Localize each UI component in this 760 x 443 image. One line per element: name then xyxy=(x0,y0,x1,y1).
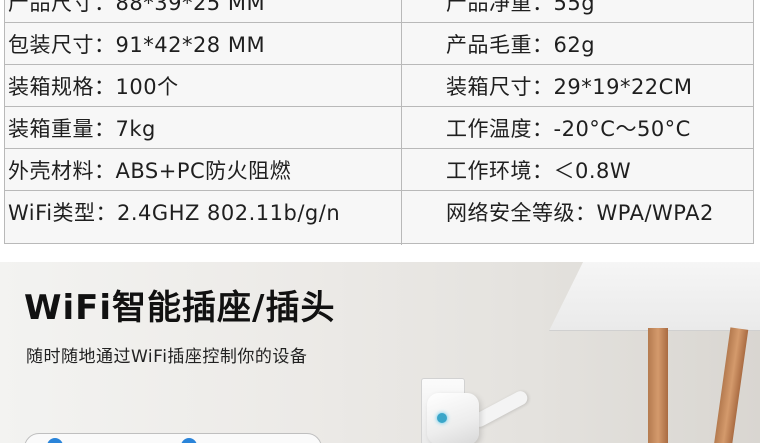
spec-cell-left: WiFi类型：2.4GHZ 802.11b/g/n xyxy=(8,201,341,225)
lamp-leg-image xyxy=(713,327,749,443)
spec-cell-right: 工作温度：-20°C～50°C xyxy=(446,116,691,141)
spec-row: 外壳材料：ABS+PC防火阻燃 工作环境：＜0.8W xyxy=(5,149,753,191)
spec-row: 产品尺寸：88*39*25 MM 产品净重：55g xyxy=(5,0,753,23)
spec-cell-left: 外壳材料：ABS+PC防火阻燃 xyxy=(8,158,292,183)
spec-divider xyxy=(401,107,402,148)
spec-cell-left: 产品尺寸：88*39*25 MM xyxy=(8,0,266,15)
spec-table: 产品尺寸：88*39*25 MM 产品净重：55g 包装尺寸：91*42*28 … xyxy=(4,0,754,245)
lamp-shade-image xyxy=(549,262,760,331)
lamp-pole-image xyxy=(648,328,668,443)
spec-divider xyxy=(401,0,402,22)
spec-row: 包装尺寸：91*42*28 MM 产品毛重：62g xyxy=(5,23,753,65)
banner-feature-pill xyxy=(24,433,322,443)
product-banner: WiFi智能插座/插头 随时随地通过WiFi插座控制你的设备 xyxy=(0,262,760,443)
pill-dot-icon xyxy=(181,438,197,443)
spec-cell-right: 产品净重：55g xyxy=(446,0,596,15)
spec-row: WiFi类型：2.4GHZ 802.11b/g/n 网络安全等级：WPA/WPA… xyxy=(5,191,753,245)
banner-subtitle: 随时随地通过WiFi插座控制你的设备 xyxy=(26,347,308,367)
spec-divider xyxy=(401,149,402,190)
spec-cell-right: 工作环境：＜0.8W xyxy=(446,158,632,183)
plug-indicator-light-icon xyxy=(437,413,447,423)
spec-row: 装箱规格：100个 装箱尺寸：29*19*22CM xyxy=(5,65,753,107)
spec-cell-left: 包装尺寸：91*42*28 MM xyxy=(8,32,266,57)
spec-section: 产品尺寸：88*39*25 MM 产品净重：55g 包装尺寸：91*42*28 … xyxy=(0,0,760,262)
spec-divider xyxy=(401,191,402,245)
spec-divider xyxy=(401,23,402,64)
spec-cell-left: 装箱规格：100个 xyxy=(8,74,179,99)
spec-cell-right: 网络安全等级：WPA/WPA2 xyxy=(446,201,714,225)
spec-divider xyxy=(401,65,402,106)
pill-dot-icon xyxy=(47,438,63,443)
spec-cell-right: 装箱尺寸：29*19*22CM xyxy=(446,74,693,99)
spec-cell-right: 产品毛重：62g xyxy=(446,32,596,57)
spec-cell-left: 装箱重量：7kg xyxy=(8,116,156,141)
banner-title: WiFi智能插座/插头 xyxy=(24,288,336,328)
smart-plug-image xyxy=(427,393,479,443)
spec-row: 装箱重量：7kg 工作温度：-20°C～50°C xyxy=(5,107,753,149)
plug-cable-image xyxy=(470,388,530,430)
